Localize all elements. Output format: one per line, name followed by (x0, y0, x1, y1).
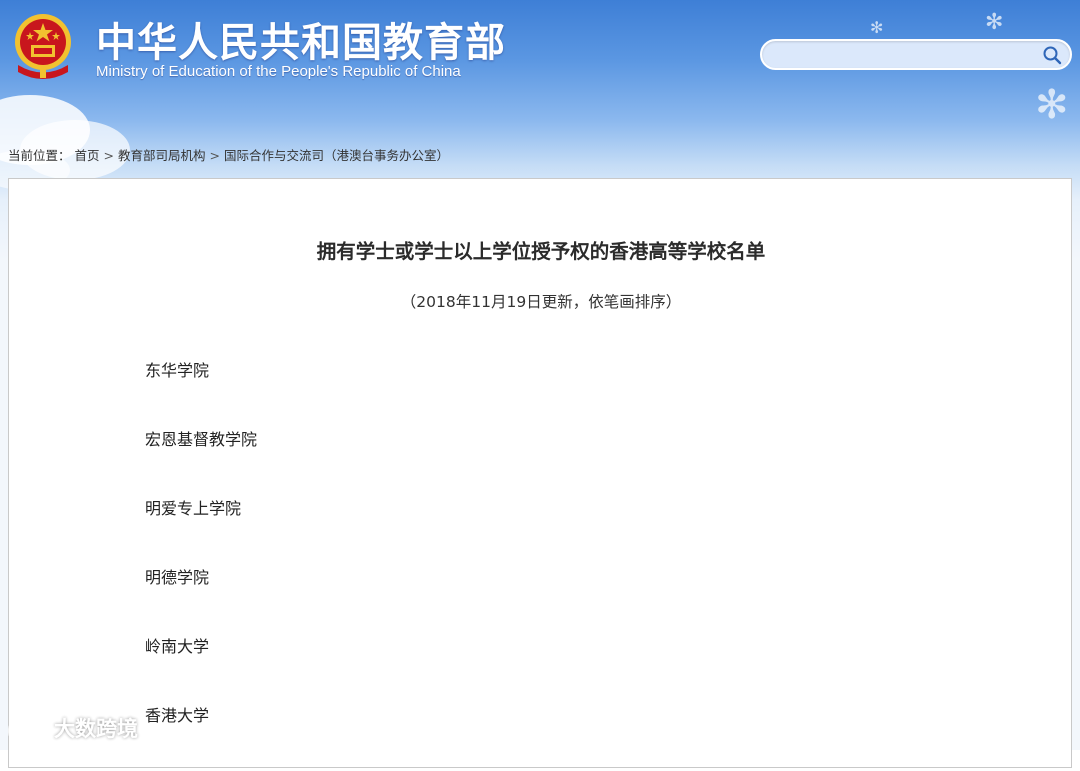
article-panel: 拥有学士或学士以上学位授予权的香港高等学校名单 （2018年11月19日更新，依… (8, 178, 1072, 768)
watermark-text: 大数跨境 (54, 717, 138, 741)
breadcrumb: 当前位置： 首页 > 教育部司局机构 > 国际合作与交流司（港澳台事务办公室） (8, 145, 449, 164)
breadcrumb-separator: > (209, 148, 221, 163)
article-update-note: （2018年11月19日更新，依笔画排序） (400, 293, 682, 311)
snowflake-icon: ✻ (870, 18, 884, 37)
site-title[interactable]: 中华人民共和国教育部 (96, 10, 506, 68)
school-item: 明爱专上学院 (145, 499, 242, 518)
watermark-logo-icon (8, 719, 48, 737)
breadcrumb-label: 当前位置： (8, 148, 71, 163)
national-emblem-icon[interactable] (10, 10, 76, 82)
school-item: 岭南大学 (145, 637, 210, 656)
search-box[interactable] (760, 39, 1072, 70)
search-icon[interactable] (1042, 45, 1062, 65)
watermark: 大数跨境 (4, 712, 138, 744)
site-subtitle: Ministry of Education of the People's Re… (96, 63, 461, 80)
school-item: 东华学院 (145, 361, 210, 380)
snowflake-icon: ✻ (985, 10, 1004, 35)
breadcrumb-international-office-link[interactable]: 国际合作与交流司（港澳台事务办公室） (224, 148, 449, 163)
article-title: 拥有学士或学士以上学位授予权的香港高等学校名单 (316, 240, 766, 263)
snowflake-icon: ✻ (1035, 82, 1069, 128)
breadcrumb-separator: > (103, 148, 115, 163)
school-item: 明德学院 (145, 568, 210, 587)
school-list: 东华学院 宏恩基督教学院 明爱专上学院 明德学院 岭南大学 香港大学 (145, 357, 257, 771)
breadcrumb-home-link[interactable]: 首页 (75, 148, 100, 163)
school-item: 宏恩基督教学院 (145, 430, 258, 449)
breadcrumb-departments-link[interactable]: 教育部司局机构 (118, 148, 206, 163)
search-input[interactable] (776, 45, 1030, 67)
school-item: 香港大学 (145, 706, 210, 725)
